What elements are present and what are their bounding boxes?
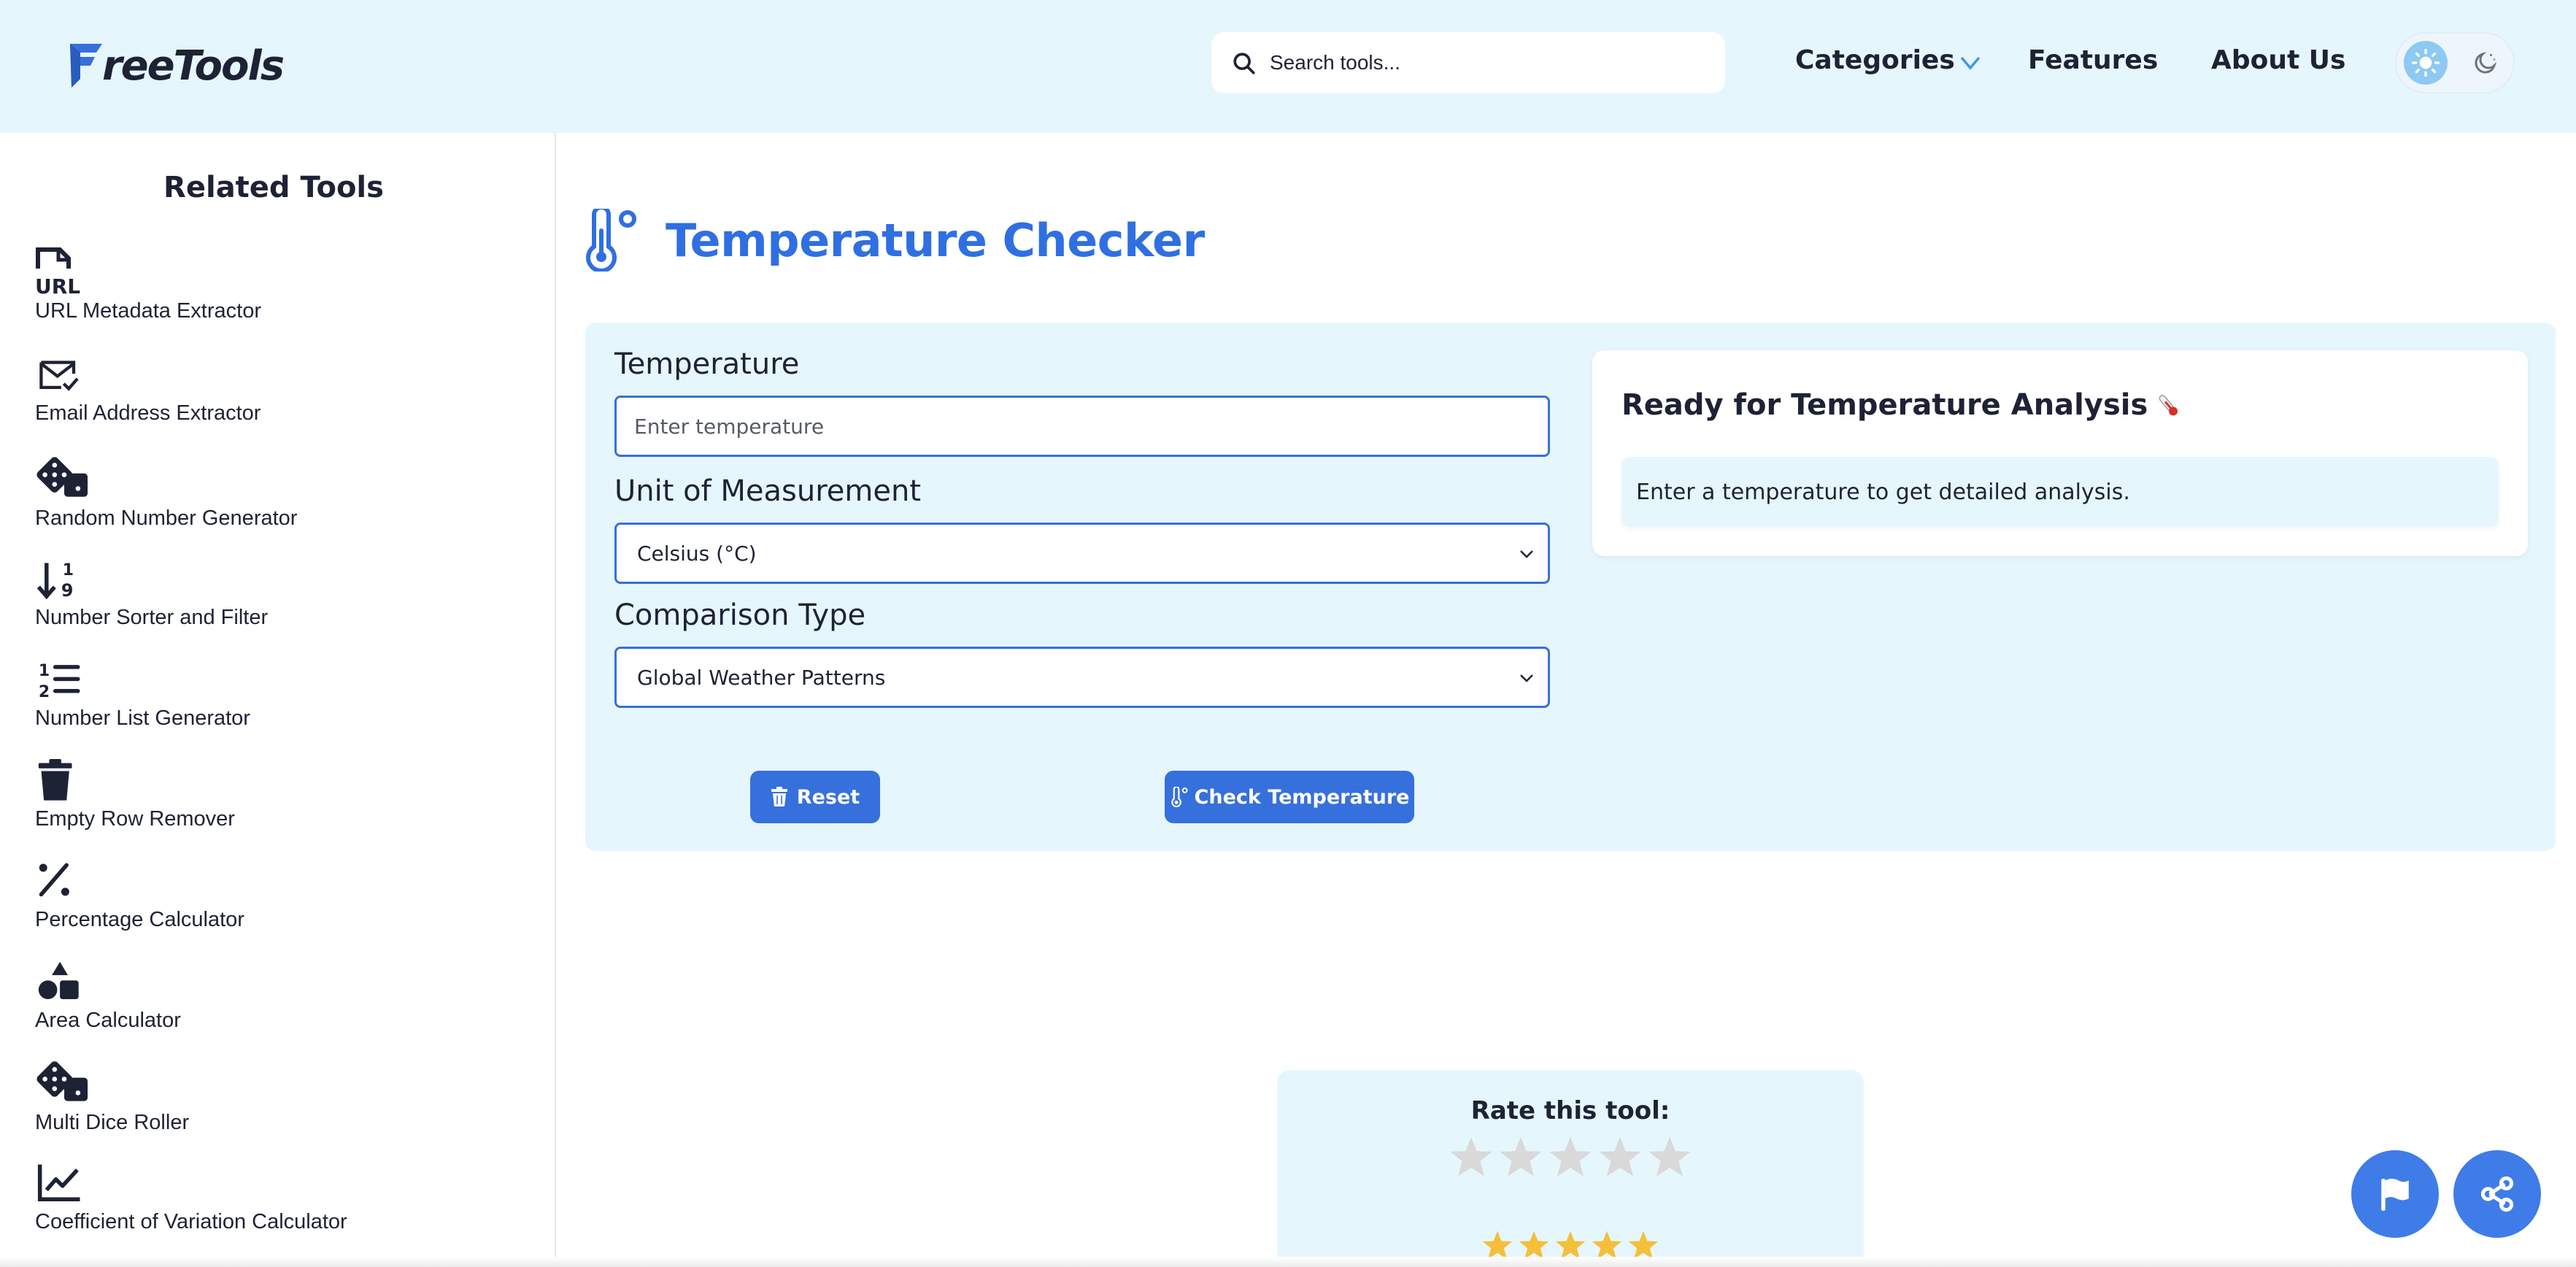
result-message: Enter a temperature to get detailed anal… [1621,457,2499,527]
result-title-text: Ready for Temperature Analysis [1621,388,2148,422]
logo-icon [70,44,102,88]
sidebar-item-label: Email Address Extractor [35,401,261,425]
star-icon[interactable] [1647,1134,1692,1179]
dark-mode-button[interactable] [2468,45,2503,80]
sidebar-item-coefficient-of-variation-calculator[interactable]: Coefficient of Variation Calculator [35,1162,347,1234]
search-input[interactable] [1270,51,1693,74]
sidebar-item-label: Empty Row Remover [35,807,235,831]
star-icon[interactable] [1449,1134,1494,1179]
logo-text: reeTools [102,42,285,90]
share-button[interactable] [2453,1150,2541,1238]
temperature-input[interactable] [617,398,1548,455]
page-bottom-edge [0,1257,2576,1267]
shapes-icon [38,961,79,1000]
sun-icon [2411,48,2440,77]
comparison-selected-value: Global Weather Patterns [637,665,886,690]
percent-icon [39,863,69,897]
nav-categories-label: Categories [1795,45,1955,75]
sort-numeric-icon: 1 9 [36,561,74,601]
sidebar-item-label: Coefficient of Variation Calculator [35,1210,347,1233]
sidebar-title: Related Tools [163,171,384,204]
page-title: Temperature Checker [666,213,1205,267]
svg-text:URL: URL [35,274,80,298]
report-button[interactable] [2351,1150,2439,1238]
check-temperature-label: Check Temperature [1194,785,1410,809]
sidebar-item-label: Multi Dice Roller [35,1111,190,1134]
unit-select[interactable]: Celsius (°C) [614,523,1550,584]
rating-title: Rate this tool: [1470,1096,1670,1125]
search-box[interactable] [1211,32,1725,93]
dice-icon [36,457,88,497]
sidebar-item-label: Number Sorter and Filter [35,606,269,629]
numbered-list-icon: 1 2 [39,662,80,701]
sidebar-item-label: URL Metadata Extractor [35,299,261,323]
sidebar-item-multi-dice-roller[interactable]: Multi Dice Roller [35,1061,189,1135]
comparison-label: Comparison Type [614,598,866,632]
nav-about-us[interactable]: About Us [2211,45,2345,75]
share-icon [2480,1176,2514,1212]
svg-text:1: 1 [39,662,50,680]
sidebar-item-number-sorter-and-filter[interactable]: 1 9 Number Sorter and Filter [35,558,268,630]
nav-categories[interactable]: Categories [1795,45,1981,75]
flag-icon [2381,1179,2409,1211]
reset-button[interactable]: Reset [750,771,880,823]
sidebar-item-email-address-extractor[interactable]: Email Address Extractor [35,356,261,425]
chart-line-icon [37,1164,80,1201]
svg-text:9: 9 [61,580,74,601]
reset-button-label: Reset [796,785,860,809]
sidebar-item-empty-row-remover[interactable]: Empty Row Remover [35,759,235,831]
trash-icon [38,759,72,801]
chevron-down-icon [1960,56,1981,70]
rating-panel: Rate this tool: [1277,1070,1864,1267]
comparison-select[interactable]: Global Weather Patterns [614,647,1550,708]
sidebar-item-label: Random Number Generator [35,507,298,530]
svg-text:1: 1 [63,561,74,579]
sidebar-item-area-calculator[interactable]: Area Calculator [35,960,181,1033]
top-header: reeTools Categories Features About Us [0,0,2576,133]
moon-icon [2475,51,2497,74]
related-tools-sidebar: Related Tools URL URL Metadata Extractor… [0,133,556,1267]
check-temperature-button[interactable]: Check Temperature [1165,771,1414,823]
result-title: Ready for Temperature Analysis [1621,388,2183,422]
light-mode-button[interactable] [2404,41,2448,85]
nav-features[interactable]: Features [2028,45,2158,75]
unit-selected-value: Celsius (°C) [637,541,757,566]
search-icon [1233,53,1255,74]
thermometer-emoji-icon [2159,395,2178,416]
rating-star-input [1277,1134,1864,1179]
sidebar-item-url-metadata-extractor[interactable]: URL URL Metadata Extractor [35,247,261,323]
thermometer-degree-icon [1171,787,1187,807]
chevron-down-icon [1520,550,1533,558]
logo[interactable]: reeTools [67,36,285,95]
temperature-label: Temperature [614,347,800,381]
temperature-form-panel: Temperature Unit of Measurement Celsius … [585,323,2556,851]
sidebar-item-random-number-generator[interactable]: Random Number Generator [35,457,297,531]
trash-icon [771,787,787,806]
url-file-icon: URL [35,247,80,298]
svg-text:2: 2 [39,683,50,701]
star-icon[interactable] [1597,1134,1643,1179]
chevron-down-icon [1520,674,1533,682]
sidebar-item-number-list-generator[interactable]: 1 2 Number List Generator [35,658,250,731]
temperature-field[interactable] [614,396,1550,457]
thermometer-degree-icon [586,209,636,272]
sidebar-item-label: Percentage Calculator [35,908,244,931]
envelope-check-icon [39,361,79,391]
unit-label: Unit of Measurement [614,474,922,508]
sidebar-item-label: Number List Generator [35,706,250,730]
sidebar-item-label: Area Calculator [35,1009,181,1032]
result-card: Ready for Temperature Analysis Enter a t… [1592,350,2528,556]
sidebar-item-percentage-calculator[interactable]: Percentage Calculator [35,860,244,932]
page-heading: Temperature Checker [584,209,1205,272]
dice-icon [36,1061,88,1101]
star-icon[interactable] [1498,1134,1543,1179]
star-icon[interactable] [1548,1134,1593,1179]
theme-toggle[interactable] [2395,32,2515,93]
